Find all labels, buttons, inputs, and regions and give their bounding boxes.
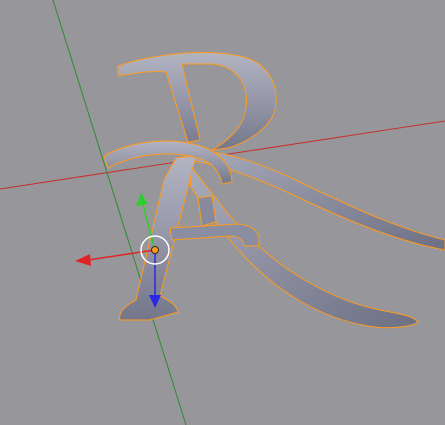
x-arrow-shaft[interactable] xyxy=(87,249,156,261)
letter-a-lower-stroke xyxy=(169,223,260,247)
y-arrow-head[interactable] xyxy=(136,193,148,206)
viewport-canvas[interactable] xyxy=(0,0,445,425)
transform-manipulator[interactable] xyxy=(75,193,170,308)
x-arrow-head[interactable] xyxy=(75,254,91,266)
object-origin-dot[interactable] xyxy=(151,246,159,254)
3d-viewport[interactable] xyxy=(0,0,445,425)
letter-r-body xyxy=(117,52,277,151)
